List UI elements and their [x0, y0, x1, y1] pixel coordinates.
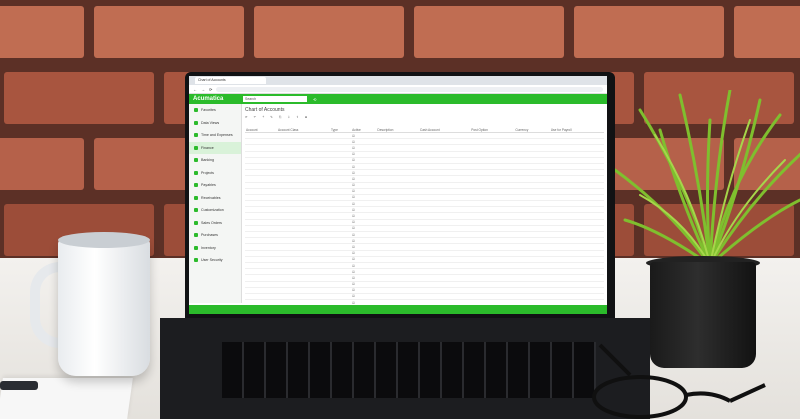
brick [254, 6, 404, 58]
sidebar-item-customization[interactable]: Customization [189, 204, 241, 217]
sidebar-item-time-and-expenses[interactable]: Time and Expenses [189, 129, 241, 142]
column-header[interactable]: Cash Account [418, 122, 471, 133]
reload-icon[interactable]: ⟳ [209, 87, 212, 92]
brick [734, 6, 800, 58]
sidebar-item-label: Time and Expenses [201, 133, 233, 138]
brick [0, 6, 84, 58]
clock-icon [194, 133, 198, 138]
app-header: Acumatica Search ⟲ [189, 94, 607, 104]
brick [4, 72, 154, 124]
sidebar-item-label: Customization [201, 208, 224, 213]
back-icon[interactable]: ← [193, 87, 197, 92]
sidebar-item-label: Payables [201, 183, 216, 188]
sidebar-item-receivables[interactable]: Receivables [189, 192, 241, 205]
folder-icon [194, 170, 198, 175]
toolbar-button[interactable]: ↶ [254, 115, 257, 119]
address-bar[interactable] [216, 86, 603, 92]
toolbar-button[interactable]: ✎ [270, 115, 273, 119]
sidebar-item-purchases[interactable]: Purchases [189, 229, 241, 242]
accounts-grid: Account Account Class Type Active Descriptio… [245, 122, 604, 307]
toolbar-button[interactable]: ⇧ [296, 115, 299, 119]
wrench-icon [194, 208, 198, 213]
sidebar-item-label: Purchases [201, 233, 218, 238]
column-header[interactable]: Use for Payroll [549, 122, 604, 133]
star-icon [194, 108, 198, 113]
column-header[interactable]: Currency [514, 122, 550, 133]
bank-icon [194, 158, 198, 163]
laptop-screen: Chart of Accounts ← → ⟳ Acumatica Search… [189, 76, 607, 314]
plant-leaves [613, 90, 800, 267]
sidebar-item-label: Projects [201, 170, 214, 175]
toolbar-button[interactable]: + [262, 115, 264, 119]
sidebar-item-inventory[interactable]: Inventory [189, 242, 241, 255]
toolbar-button[interactable]: ⟳ [245, 115, 248, 119]
toolbar-button[interactable]: ⇩ [287, 115, 290, 119]
column-header[interactable]: Type [330, 122, 352, 133]
mug-rim [58, 232, 150, 248]
sidebar: Favorites Data Views Time and Expenses Fina… [189, 104, 242, 303]
page-title: Chart of Accounts [245, 107, 285, 113]
sidebar-item-label: Receivables [201, 195, 221, 200]
sidebar-item-label: Inventory [201, 245, 216, 250]
pen [0, 381, 38, 390]
sidebar-item-banking[interactable]: Banking [189, 154, 241, 167]
column-header[interactable]: Description [376, 122, 419, 133]
column-header[interactable]: Account Class [277, 122, 330, 133]
laptop-keyboard [222, 342, 596, 398]
cart-icon [194, 220, 198, 225]
sidebar-item-label: Sales Orders [201, 220, 222, 225]
brick [574, 6, 724, 58]
browser-toolbar: ← → ⟳ [189, 85, 607, 94]
coin-icon [194, 145, 198, 150]
column-header[interactable]: Account [245, 122, 278, 133]
lock-icon [194, 258, 198, 263]
brick [0, 138, 84, 190]
brick [414, 6, 564, 58]
sidebar-item-data-views[interactable]: Data Views [189, 117, 241, 130]
wallet-icon [194, 183, 198, 188]
column-header[interactable]: Active [351, 122, 377, 133]
browser-tab[interactable]: Chart of Accounts [195, 77, 266, 84]
photo-scene: Chart of Accounts ← → ⟳ Acumatica Search… [0, 0, 800, 419]
main-content: Chart of Accounts ⟳ ↶ + ✎ ⎘ ⇩ ⇧ ⊞ Account Accoun… [242, 104, 607, 307]
sidebar-item-user-security[interactable]: User Security [189, 254, 241, 267]
app-logo[interactable]: Acumatica [193, 96, 237, 102]
sidebar-item-finance[interactable]: Finance [189, 141, 241, 154]
box-icon [194, 245, 198, 250]
grid-icon [194, 120, 198, 125]
sidebar-item-label: Data Views [201, 120, 220, 125]
receipt-icon [194, 195, 198, 200]
browser-tab-strip: Chart of Accounts [189, 76, 607, 85]
sidebar-item-label: Favorites [201, 108, 216, 113]
search-input[interactable]: Search [243, 96, 307, 102]
brick [94, 6, 244, 58]
sidebar-item-projects[interactable]: Projects [189, 167, 241, 180]
sidebar-item-sales-orders[interactable]: Sales Orders [189, 217, 241, 230]
sidebar-item-label: Finance [201, 145, 214, 150]
history-icon[interactable]: ⟲ [313, 97, 316, 102]
sidebar-item-payables[interactable]: Payables [189, 179, 241, 192]
sidebar-item-favorites[interactable]: Favorites [189, 104, 241, 117]
column-header[interactable]: Post Option [470, 122, 515, 133]
eyeglasses [592, 343, 766, 419]
grid-toolbar: ⟳ ↶ + ✎ ⎘ ⇩ ⇧ ⊞ [245, 114, 604, 120]
status-bar [189, 305, 607, 314]
forward-icon[interactable]: → [201, 87, 205, 92]
sidebar-item-label: User Security [201, 258, 223, 263]
sidebar-item-label: Banking [201, 158, 214, 163]
coffee-mug [58, 238, 150, 376]
bag-icon [194, 233, 198, 238]
toolbar-button[interactable]: ⊞ [305, 115, 308, 119]
toolbar-button[interactable]: ⎘ [279, 115, 282, 119]
